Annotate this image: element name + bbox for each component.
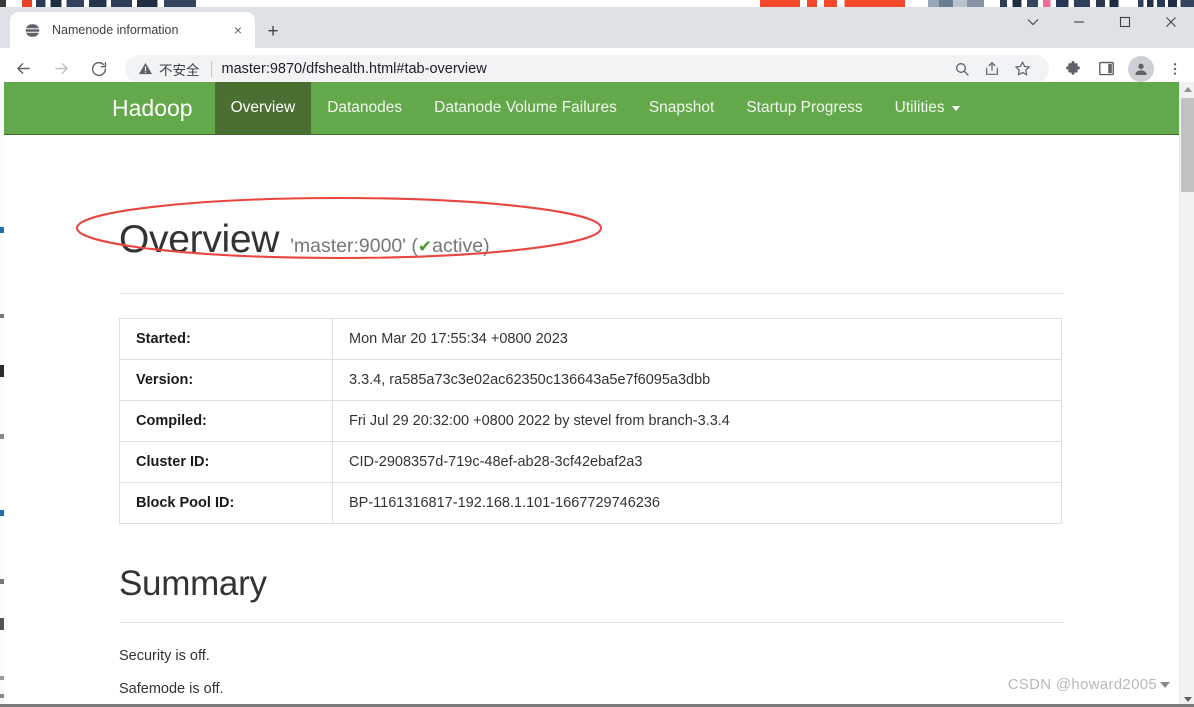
sliver-fragment — [1138, 0, 1194, 7]
check-icon: ✔ — [417, 237, 433, 256]
hadoop-brand[interactable]: Hadoop — [112, 82, 215, 134]
toolbar-actions — [1055, 54, 1194, 84]
divider — [119, 293, 1064, 294]
nav-item-datanodes[interactable]: Datanodes — [311, 82, 418, 134]
table-cell-value: CID-2908357d-719c-48ef-ab28-3cf42ebaf2a3 — [349, 454, 643, 470]
search-icon[interactable] — [948, 55, 976, 83]
window-controls — [1010, 7, 1194, 48]
table-row: Block Pool ID: BP-1161316817-192.168.1.1… — [119, 482, 1062, 524]
forward-arrow-icon — [44, 52, 78, 86]
table-cell-value: 3.3.4, ra585a73c3e02ac62350c136643a5e7f6… — [349, 372, 711, 388]
table-cell-value: Fri Jul 29 20:32:00 +0800 2022 by stevel… — [349, 413, 730, 429]
table-cell-value: Mon Mar 20 17:55:34 +0800 2023 — [349, 331, 568, 347]
security-label: 不安全 — [159, 62, 200, 78]
profile-avatar-icon[interactable] — [1128, 55, 1154, 82]
nav-item-label: Snapshot — [648, 99, 715, 116]
table-cell-key: Block Pool ID: — [119, 482, 333, 524]
sliver-fragment — [36, 0, 196, 7]
nav-item-label: Startup Progress — [746, 99, 863, 116]
share-icon[interactable] — [978, 55, 1006, 83]
omnibox-actions — [946, 55, 1036, 83]
page-content: Overview 'master:9000' (✔active) Started… — [4, 135, 1179, 707]
table-row: Version: 3.3.4, ra585a73c3e02ac62350c136… — [119, 359, 1062, 401]
divider — [119, 622, 1064, 623]
nav-item-label: Utilities — [894, 99, 945, 116]
sliver-fragment — [22, 0, 32, 7]
page-scrollbar[interactable] — [1179, 82, 1194, 707]
overview-host-status: 'master:9000' (✔active) — [290, 235, 489, 258]
nav-item-utilities[interactable]: Utilities — [879, 82, 976, 134]
security-status[interactable]: 不安全 — [138, 59, 200, 79]
overview-host: 'master:9000' — [290, 235, 406, 257]
tab-search-icon[interactable] — [1010, 7, 1056, 36]
sliver-fragment — [928, 0, 984, 7]
page-title: Overview — [119, 218, 280, 261]
content-container: Overview 'master:9000' (✔active) Started… — [75, 135, 1064, 707]
sliver-fragment — [800, 0, 860, 7]
watermark-text: CSDN @howard2005 — [1007, 676, 1157, 693]
side-panel-icon[interactable] — [1091, 54, 1121, 84]
globe-icon — [22, 22, 43, 39]
watermark: CSDN @howard2005 — [1008, 676, 1170, 693]
browser-tab[interactable]: Namenode information × — [10, 12, 255, 48]
sliver-fragment — [1000, 0, 1090, 7]
summary-line: Security is off. — [119, 648, 210, 664]
table-cell-key: Version: — [119, 359, 333, 401]
nav-item-snapshot[interactable]: Snapshot — [633, 82, 731, 134]
omnibox-divider — [210, 60, 212, 77]
overview-paren-close: ) — [483, 235, 490, 257]
url-text[interactable]: master:9870/dfshealth.html#tab-overview — [222, 61, 487, 77]
chevron-down-icon — [951, 105, 960, 111]
close-icon[interactable]: × — [229, 21, 247, 39]
maximize-icon[interactable] — [1102, 7, 1148, 36]
star-icon[interactable] — [1008, 55, 1036, 83]
summary-title: Summary — [119, 564, 267, 603]
scrollbar-thumb[interactable] — [1181, 98, 1194, 192]
nav-item-label: Overview — [230, 99, 296, 116]
tab-title: Namenode information — [52, 23, 179, 37]
table-row: Cluster ID: CID-2908357d-719c-48ef-ab28-… — [119, 441, 1062, 483]
reload-icon[interactable] — [82, 52, 116, 86]
caret-down-icon — [1160, 681, 1170, 688]
table-cell-key: Cluster ID: — [119, 441, 333, 483]
nav-item-label: Datanode Volume Failures — [434, 99, 617, 116]
background-window-sliver — [0, 0, 1194, 7]
overview-heading: Overview 'master:9000' (✔active) — [75, 196, 1064, 270]
cluster-info-table: Started: Mon Mar 20 17:55:34 +0800 2023 … — [119, 318, 1062, 524]
close-icon[interactable] — [1148, 7, 1194, 36]
scroll-up-arrow-icon[interactable] — [1180, 82, 1194, 97]
table-row: Started: Mon Mar 20 17:55:34 +0800 2023 — [119, 318, 1062, 360]
nav-item-overview[interactable]: Overview — [214, 82, 312, 134]
nav-item-startup-progress[interactable]: Startup Progress — [730, 82, 878, 134]
tab-strip: Namenode information × + — [0, 7, 1194, 48]
address-bar[interactable]: 不安全 master:9870/dfshealth.html#tab-overv… — [125, 54, 1049, 83]
sliver-fragment — [1096, 0, 1126, 7]
nav-item-datanode-volume-failures[interactable]: Datanode Volume Failures — [418, 82, 633, 134]
hadoop-navbar: Hadoop Overview Datanodes Datanode Volum… — [4, 82, 1179, 135]
table-cell-value: BP-1161316817-192.168.1.101-166772974623… — [349, 495, 660, 511]
back-arrow-icon[interactable] — [6, 52, 40, 86]
table-row: Compiled: Fri Jul 29 20:32:00 +0800 2022… — [119, 400, 1062, 442]
table-cell-key: Started: — [119, 318, 333, 360]
warning-triangle-icon — [138, 61, 153, 76]
status-badge: active — [432, 235, 484, 257]
page-viewport: Hadoop Overview Datanodes Datanode Volum… — [0, 82, 1194, 707]
sliver-fragment — [0, 0, 6, 7]
summary-line: Safemode is off. — [119, 681, 224, 697]
table-cell-key: Compiled: — [119, 400, 333, 442]
minimize-icon[interactable] — [1056, 7, 1102, 36]
three-dot-menu-icon[interactable] — [1160, 54, 1190, 84]
new-tab-button[interactable]: + — [259, 17, 287, 45]
puzzle-piece-icon[interactable] — [1058, 54, 1088, 84]
nav-item-label: Datanodes — [327, 99, 403, 116]
